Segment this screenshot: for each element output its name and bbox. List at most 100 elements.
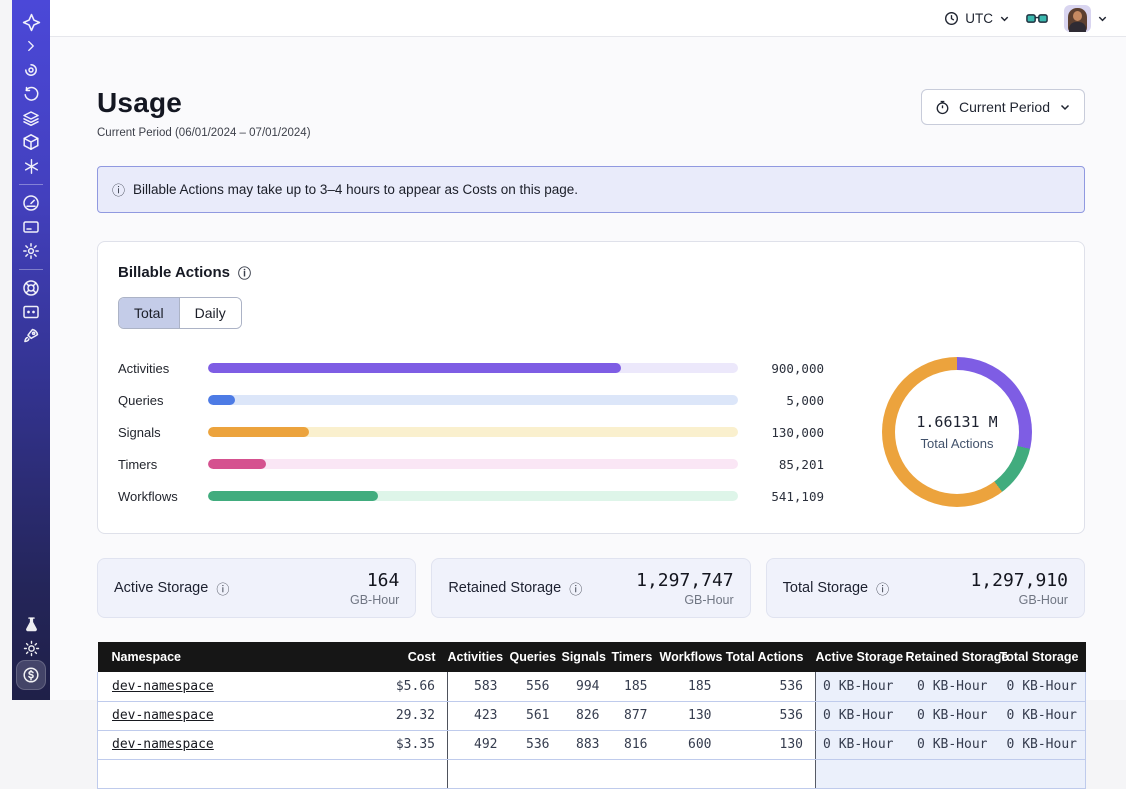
retained-storage-label: Retained Storage [448,580,561,596]
period-selector-label: Current Period [959,99,1050,115]
storage-summary-row: Active Storage ⓘ 164 GB-Hour Retained St… [97,558,1085,618]
sidebar-divider [19,184,43,185]
sidebar-item-lifebuoy[interactable] [17,276,45,300]
cell-workflows: 600 [660,730,724,759]
history-icon [22,85,40,103]
clock-icon [944,11,959,26]
cell-signals: 826 [562,701,612,730]
cell-retained-storage: 0 KB-Hour [906,730,1000,759]
gauge-icon [22,194,40,212]
namespace-link[interactable]: dev-namespace [112,737,214,752]
sidebar-item-credit-card[interactable] [17,215,45,239]
column-header-active-storage: Active Storage [816,642,906,672]
table-row: dev-namespace29.324235618268771305360 KB… [98,701,1086,730]
total-storage-label: Total Storage [783,580,868,596]
cell-total-storage: 0 KB-Hour [1000,730,1086,759]
sidebar-item-gauge[interactable] [17,191,45,215]
dollar-coin-icon [22,666,40,684]
bar-row-workflows: Workflows541,109 [118,489,824,504]
cell-activities: 492 [448,730,510,759]
timezone-label: UTC [965,11,993,26]
namespace-link[interactable]: dev-namespace [112,679,214,694]
column-header-total-actions: Total Actions [724,642,816,672]
bar-track [208,427,738,437]
namespace-link[interactable]: dev-namespace [112,708,214,723]
tab-daily[interactable]: Daily [179,298,241,328]
sidebar-item-temporal-logo[interactable] [17,10,45,34]
cell-namespace: dev-namespace [98,672,358,701]
sidebar-item-dollar-coin[interactable] [16,660,46,690]
feedback-glasses-button[interactable] [1026,11,1048,26]
column-header-workflows: Workflows [660,642,724,672]
chevron-down-icon [1059,101,1071,113]
column-header-timers: Timers [612,642,660,672]
retained-storage-value: 1,297,747 [636,570,734,591]
billable-actions-card: Billable Actions ⓘ TotalDaily Activities… [97,241,1085,534]
column-header-signals: Signals [562,642,612,672]
temporal-logo-icon [22,13,41,32]
cell-signals: 883 [562,730,612,759]
total-storage-card: Total Storage ⓘ 1,297,910 GB-Hour [766,558,1085,618]
bar-fill [208,427,309,437]
sun-icon [23,640,40,657]
sidebar-item-sun[interactable] [17,636,45,660]
timezone-selector[interactable]: UTC [944,11,1010,26]
column-header-cost: Cost [358,642,448,672]
cell-total-storage: 0 KB-Hour [1000,672,1086,701]
sidebar-item-flask[interactable] [17,612,45,636]
cell-queries: 536 [510,730,562,759]
info-icon[interactable]: ⓘ [238,263,251,282]
column-header-namespace: Namespace [98,642,358,672]
bar-value: 541,109 [752,489,824,504]
cell-empty [1000,759,1086,788]
sidebar-item-layers[interactable] [17,106,45,130]
user-menu[interactable] [1064,5,1108,32]
cell-timers: 877 [612,701,660,730]
bar-fill [208,395,235,405]
cell-activities: 423 [448,701,510,730]
cell-empty [562,759,612,788]
bar-value: 85,201 [752,457,824,472]
bar-row-timers: Timers 85,201 [118,457,824,472]
bar-track [208,491,738,501]
cell-empty [358,759,448,788]
sidebar-item-gear[interactable] [17,239,45,263]
period-selector-button[interactable]: Current Period [921,89,1085,125]
active-storage-value: 164 [350,570,399,591]
sidebar-nav [12,0,50,700]
column-header-queries: Queries [510,642,562,672]
column-header-retained-storage: Retained Storage [906,642,1000,672]
sidebar-item-chevron-right[interactable] [17,34,45,58]
sidebar-item-terminal[interactable] [17,300,45,324]
layers-icon [22,109,40,127]
cell-empty [448,759,510,788]
bar-fill [208,491,378,501]
cell-active-storage: 0 KB-Hour [816,672,906,701]
lifebuoy-icon [22,279,40,297]
cell-signals: 994 [562,672,612,701]
cell-active-storage: 0 KB-Hour [816,730,906,759]
table-row: dev-namespace$3.354925368838166001300 KB… [98,730,1086,759]
cell-active-storage: 0 KB-Hour [816,701,906,730]
info-icon[interactable]: ⓘ [569,579,582,598]
page-subtitle: Current Period (06/01/2024 – 07/01/2024) [97,127,311,139]
info-icon[interactable]: ⓘ [876,579,889,598]
tab-total[interactable]: Total [119,298,179,328]
cell-empty [510,759,562,788]
sidebar-item-cube[interactable] [17,130,45,154]
sidebar-item-history[interactable] [17,82,45,106]
chevron-down-icon [1097,13,1108,24]
credit-card-icon [22,218,40,236]
stopwatch-icon [935,99,950,115]
bar-label: Timers [118,457,208,472]
sidebar-item-rocket[interactable] [17,324,45,348]
info-banner: ⓘ Billable Actions may take up to 3–4 ho… [97,166,1085,213]
avatar [1064,5,1091,32]
bar-row-signals: Signals130,000 [118,425,824,440]
info-icon[interactable]: ⓘ [216,579,229,598]
donut-total-value: 1.66131 M [916,413,997,431]
retained-storage-unit: GB-Hour [636,593,734,607]
sidebar-item-nexus-asterisk[interactable] [17,154,45,178]
sidebar-item-namespaces[interactable] [17,58,45,82]
rocket-icon [22,327,40,345]
